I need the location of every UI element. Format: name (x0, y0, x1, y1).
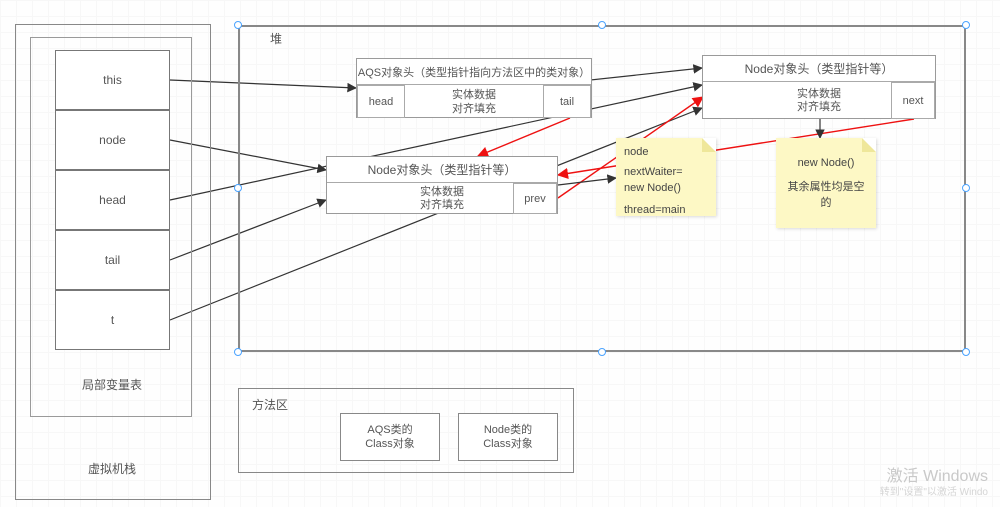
heap-label: 堆 (270, 30, 282, 47)
classbox-text: Node类的 Class对象 (483, 423, 533, 451)
node-b-header: Node对象头（类型指针等） (327, 157, 557, 183)
stack-slot-t: t (55, 290, 170, 350)
note-line: nextWaiter= new Node() (624, 164, 708, 196)
selection-handle[interactable] (234, 184, 242, 192)
note-new-node: new Node() 其余属性均是空的 (776, 138, 876, 228)
aqs-object-box: AQS对象头（类型指针指向方法区中的类对象） 实体数据 对齐填充 head ta… (356, 58, 592, 118)
note-title: node (624, 144, 708, 160)
aqs-tail-field: tail (543, 85, 591, 118)
node-a-next-field: next (891, 82, 935, 119)
selection-handle[interactable] (234, 348, 242, 356)
stack-slot-label: this (103, 73, 122, 87)
selection-handle[interactable] (234, 21, 242, 29)
stack-slot-label: head (99, 193, 126, 207)
node-b-prev-field: prev (513, 183, 557, 214)
watermark-line: 转到"设置"以激活 Windo (880, 485, 988, 501)
node-body-line: 实体数据 (797, 88, 841, 101)
watermark-line: 激活 Windows (880, 469, 988, 485)
selection-handle[interactable] (598, 21, 606, 29)
classbox-text: AQS类的 Class对象 (365, 423, 415, 451)
stack-slot-node: node (55, 110, 170, 170)
note-line: 其余属性均是空的 (784, 179, 868, 211)
stack-slot-tail: tail (55, 230, 170, 290)
node-body-line: 实体数据 (420, 186, 464, 199)
node-object-a-box: Node对象头（类型指针等） 实体数据 对齐填充 next (702, 55, 936, 119)
stack-slot-this: this (55, 50, 170, 110)
aqs-object-header: AQS对象头（类型指针指向方法区中的类对象） (357, 59, 591, 85)
aqs-class-object-box: AQS类的 Class对象 (340, 413, 440, 461)
node-object-b-box: Node对象头（类型指针等） 实体数据 对齐填充 prev (326, 156, 558, 214)
windows-activation-watermark: 激活 Windows 转到"设置"以激活 Windo (880, 469, 988, 501)
vm-stack-label: 虚拟机栈 (72, 460, 152, 477)
note-node: node nextWaiter= new Node() thread=main (616, 138, 716, 216)
stack-slot-head: head (55, 170, 170, 230)
stack-slot-label: node (99, 133, 126, 147)
node-body-line: 对齐填充 (420, 199, 464, 212)
aqs-head-field: head (357, 85, 405, 118)
method-area-label: 方法区 (252, 396, 288, 413)
node-body-line: 对齐填充 (797, 101, 841, 114)
note-line: new Node() (784, 155, 868, 171)
selection-handle[interactable] (962, 184, 970, 192)
selection-handle[interactable] (962, 348, 970, 356)
stack-slot-label: tail (105, 253, 120, 267)
local-variable-table-label: 局部变量表 (72, 376, 152, 393)
note-line: thread=main (624, 202, 708, 218)
aqs-body-line: 实体数据 (452, 88, 496, 102)
selection-handle[interactable] (598, 348, 606, 356)
node-a-header: Node对象头（类型指针等） (703, 56, 935, 82)
aqs-body-line: 对齐填充 (452, 102, 496, 116)
stack-slot-label: t (111, 313, 114, 327)
selection-handle[interactable] (962, 21, 970, 29)
node-class-object-box: Node类的 Class对象 (458, 413, 558, 461)
